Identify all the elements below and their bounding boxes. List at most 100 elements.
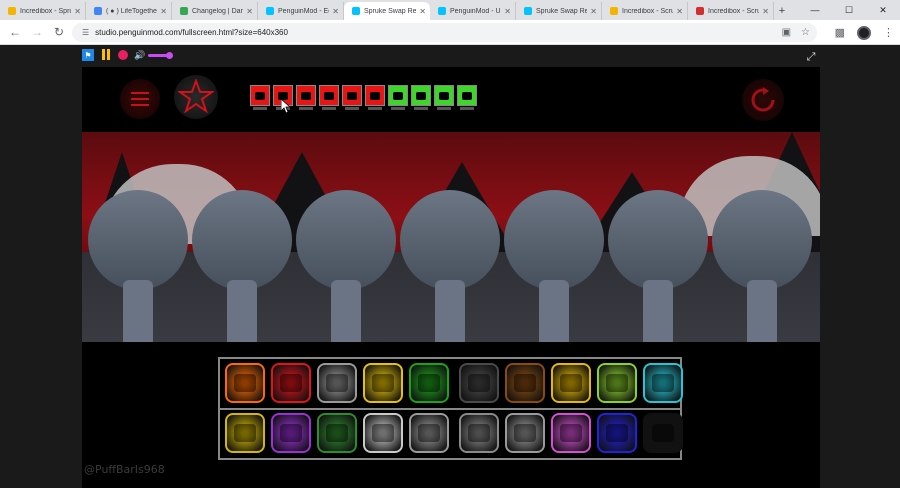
star-icon[interactable] xyxy=(174,75,218,119)
tab-close-icon[interactable]: ✕ xyxy=(332,7,339,16)
bookmark-star-icon[interactable]: ☆ xyxy=(801,27,810,38)
tab-close-icon[interactable]: ✕ xyxy=(676,7,683,16)
mouse-cursor-icon xyxy=(281,99,291,113)
mini-character-icon[interactable] xyxy=(411,85,431,110)
project-stage[interactable]: @PuffBarIs968 xyxy=(82,67,820,488)
mini-character-icon[interactable] xyxy=(365,85,385,110)
character-silhouette[interactable] xyxy=(88,190,188,342)
character-silhouette[interactable] xyxy=(192,190,292,342)
volume-slider[interactable] xyxy=(148,51,174,59)
lightning-icon[interactable] xyxy=(363,413,403,453)
bomb-icon[interactable] xyxy=(643,363,683,403)
tab-title: Changelog | Dand xyxy=(192,7,244,15)
address-bar[interactable]: ☰ studio.penguinmod.com/fullscreen.html?… xyxy=(72,23,817,42)
tab-title: ( ● ) LifeTogether xyxy=(106,7,158,15)
tab-close-icon[interactable]: ✕ xyxy=(590,7,597,16)
minimize-button[interactable]: — xyxy=(798,0,832,20)
menu-dots-icon[interactable]: ⋮ xyxy=(883,26,894,39)
tab-favicon-icon xyxy=(696,7,704,15)
spiky-hair-icon[interactable] xyxy=(271,413,311,453)
pause-icon[interactable] xyxy=(100,49,112,61)
tab-title: PenguinMod - Up xyxy=(450,7,502,15)
tab-favicon-icon xyxy=(8,7,16,15)
tab-close-icon[interactable]: ✕ xyxy=(74,7,81,16)
volume-icon: 🔊 xyxy=(134,49,146,60)
character-silhouette[interactable] xyxy=(504,190,604,342)
browser-toolbar: ← → ↻ ☰ studio.penguinmod.com/fullscreen… xyxy=(0,20,900,45)
tab-favicon-icon xyxy=(524,7,532,15)
close-button[interactable]: ✕ xyxy=(866,0,900,20)
browser-tab[interactable]: Incredibox - Scrun ✕ xyxy=(602,2,688,20)
new-tab-button[interactable]: + xyxy=(774,2,790,20)
tab-favicon-icon xyxy=(352,7,360,15)
mini-character-icon[interactable] xyxy=(457,85,477,110)
profile-avatar[interactable] xyxy=(857,25,871,40)
frog-icon[interactable] xyxy=(409,363,449,403)
cloud-hair-icon[interactable] xyxy=(317,413,357,453)
character-silhouette[interactable] xyxy=(400,190,500,342)
splat-icon[interactable] xyxy=(271,363,311,403)
watermark: @PuffBarIs968 xyxy=(84,463,165,476)
tab-close-icon[interactable]: ✕ xyxy=(246,7,253,16)
browser-tab[interactable]: Changelog | Dand ✕ xyxy=(172,2,258,20)
blue-orb-icon[interactable] xyxy=(597,413,637,453)
card-icon[interactable] xyxy=(505,363,545,403)
phone-icon[interactable] xyxy=(551,363,591,403)
tab-close-icon[interactable]: ✕ xyxy=(419,7,426,16)
reload-button[interactable]: ↻ xyxy=(48,21,70,43)
mask-icon[interactable] xyxy=(459,363,499,403)
mini-character-icon[interactable] xyxy=(250,85,270,110)
headphones-icon[interactable] xyxy=(225,363,265,403)
tab-title: Spruke Swap Retr xyxy=(536,7,588,15)
forward-button[interactable]: → xyxy=(26,21,48,43)
mini-character-icon[interactable] xyxy=(388,85,408,110)
mini-character-icon[interactable] xyxy=(319,85,339,110)
volume-control[interactable]: 🔊 xyxy=(134,49,174,61)
mini-character-icon[interactable] xyxy=(342,85,362,110)
maximize-button[interactable]: ☐ xyxy=(832,0,866,20)
monitor-icon[interactable] xyxy=(459,413,499,453)
browser-tab[interactable]: Incredibox - Spru ✕ xyxy=(0,2,86,20)
top-hat-icon[interactable] xyxy=(643,413,683,453)
site-settings-icon[interactable]: ☰ xyxy=(82,28,89,37)
mini-character-icon[interactable] xyxy=(296,85,316,110)
grass-icon[interactable] xyxy=(597,363,637,403)
blade-icon[interactable] xyxy=(317,363,357,403)
tab-title: Incredibox - Scrun xyxy=(622,7,674,15)
browser-tab[interactable]: Spruke Swap Rest ✕ xyxy=(344,2,430,20)
tab-close-icon[interactable]: ✕ xyxy=(160,7,167,16)
browser-tab[interactable]: PenguinMod - Ed ✕ xyxy=(258,2,344,20)
page-content: ⚑ 🔊 ⤢ @PuffBarIs968 xyxy=(0,45,900,488)
reset-icon[interactable] xyxy=(742,79,784,121)
back-button[interactable]: ← xyxy=(4,21,26,43)
tab-close-icon[interactable]: ✕ xyxy=(762,7,769,16)
browser-tab[interactable]: Spruke Swap Retr ✕ xyxy=(516,2,602,20)
tab-strip: Incredibox - Spru ✕( ● ) LifeTogether ✕ Cha… xyxy=(0,0,900,20)
tab-title: PenguinMod - Ed xyxy=(278,7,330,15)
tab-title: Incredibox - Scru xyxy=(708,7,760,15)
tab-title: Spruke Swap Rest xyxy=(364,7,417,15)
character-silhouette[interactable] xyxy=(712,190,812,342)
mini-character-icon[interactable] xyxy=(434,85,454,110)
scene xyxy=(82,132,820,342)
tv-antenna-icon[interactable] xyxy=(363,363,403,403)
browser-tab[interactable]: PenguinMod - Up ✕ xyxy=(430,2,516,20)
tab-favicon-icon xyxy=(180,7,188,15)
hamburger-menu-icon[interactable] xyxy=(120,79,160,119)
tab-favicon-icon xyxy=(438,7,446,15)
bone-icon[interactable] xyxy=(551,413,591,453)
character-silhouette[interactable] xyxy=(608,190,708,342)
green-flag-icon[interactable]: ⚑ xyxy=(82,49,94,61)
browser-tab[interactable]: Incredibox - Scru ✕ xyxy=(688,2,774,20)
player-controls: ⚑ 🔊 xyxy=(82,49,174,61)
straw-hat-icon[interactable] xyxy=(409,413,449,453)
extensions-icon[interactable]: ▩ xyxy=(835,26,845,39)
robot-icon[interactable] xyxy=(225,413,265,453)
install-app-icon[interactable]: ▣ xyxy=(782,27,791,38)
character-silhouette[interactable] xyxy=(296,190,396,342)
fullscreen-exit-icon[interactable]: ⤢ xyxy=(804,50,818,64)
browser-tab[interactable]: ( ● ) LifeTogether ✕ xyxy=(86,2,172,20)
claws-icon[interactable] xyxy=(505,413,545,453)
stop-icon[interactable] xyxy=(118,50,128,60)
tab-close-icon[interactable]: ✕ xyxy=(504,7,511,16)
